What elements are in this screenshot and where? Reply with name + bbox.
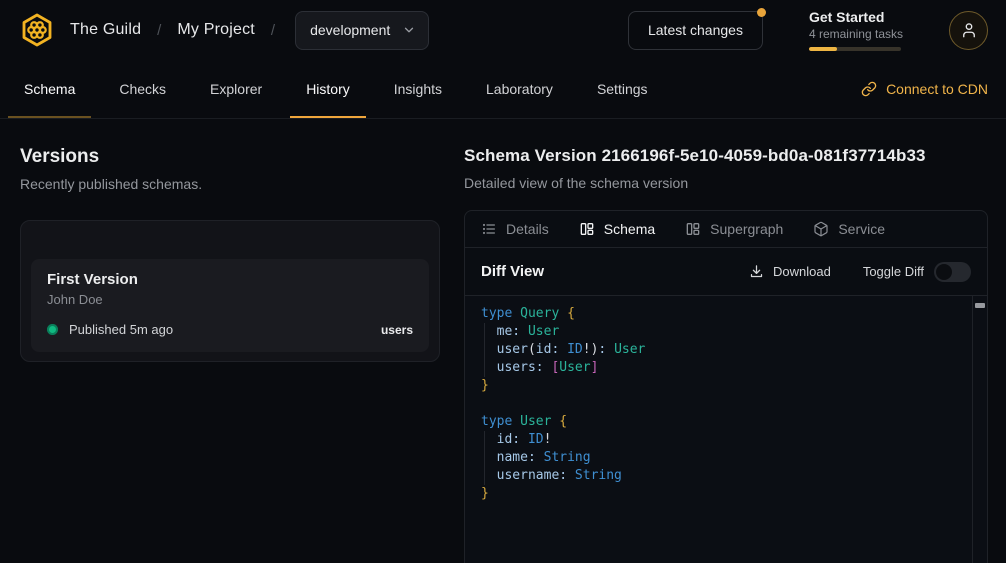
- scrollbar-thumb[interactable]: [975, 303, 985, 308]
- chevron-down-icon: [402, 23, 416, 37]
- content-area: Versions Recently published schemas. Fir…: [0, 119, 1006, 563]
- latest-changes-button[interactable]: Latest changes: [628, 11, 763, 50]
- detail-tab-label: Service: [838, 221, 885, 237]
- switch-knob: [936, 264, 952, 280]
- download-button[interactable]: Download: [749, 264, 831, 279]
- published-dot-icon: [47, 324, 58, 335]
- versions-panel: Versions Recently published schemas. Fir…: [20, 119, 440, 362]
- version-status: Published 5m ago: [69, 322, 173, 337]
- tab-checks[interactable]: Checks: [103, 60, 182, 118]
- tab-underline: [290, 116, 366, 118]
- user-icon: [960, 21, 978, 39]
- detail-tab-label: Details: [506, 221, 549, 237]
- tab-schema[interactable]: Schema: [8, 60, 91, 118]
- download-label: Download: [773, 264, 831, 279]
- version-author: John Doe: [47, 292, 413, 307]
- toggle-diff-control: Toggle Diff: [863, 262, 971, 282]
- detail-tab-label: Supergraph: [710, 221, 783, 237]
- version-status-row: Published 5m ago users: [47, 322, 413, 337]
- code-line: }: [481, 485, 957, 503]
- columns-icon: [579, 221, 595, 237]
- notification-dot: [757, 8, 766, 17]
- detail-tab-schema[interactable]: Schema: [579, 221, 655, 237]
- tab-label: Laboratory: [486, 81, 553, 97]
- code-line: me: User: [481, 323, 957, 341]
- tab-label: Settings: [597, 81, 648, 97]
- breadcrumb-separator: /: [269, 22, 277, 39]
- code-scrollbar[interactable]: [972, 296, 987, 563]
- breadcrumb-project[interactable]: My Project: [177, 21, 255, 39]
- code-line: id: ID!: [481, 431, 957, 449]
- connect-cdn-button[interactable]: Connect to CDN: [861, 60, 988, 118]
- header-right-group: Latest changes Get Started 4 remaining t…: [628, 9, 988, 51]
- get-started-subtitle: 4 remaining tasks: [809, 27, 903, 41]
- connect-cdn-label: Connect to CDN: [886, 81, 988, 97]
- tab-label: History: [306, 81, 350, 97]
- main-nav: Schema Checks Explorer History Insights …: [0, 60, 1006, 119]
- code-line: name: String: [481, 449, 957, 467]
- latest-changes-label: Latest changes: [648, 22, 743, 38]
- get-started-title: Get Started: [809, 9, 903, 25]
- diff-actions: Download Toggle Diff: [749, 262, 971, 282]
- toggle-diff-switch[interactable]: [934, 262, 971, 282]
- service-badge: users: [381, 323, 413, 337]
- schema-code-viewer: type Query { me: User user(id: ID!): Use…: [465, 296, 987, 563]
- get-started-progressbar: [809, 47, 901, 51]
- nav-tabs: Schema Checks Explorer History Insights …: [8, 60, 664, 118]
- code-line: type Query {: [481, 305, 957, 323]
- code-line: user(id: ID!): User: [481, 341, 957, 359]
- detail-tab-label: Schema: [604, 221, 655, 237]
- tab-explorer[interactable]: Explorer: [194, 60, 278, 118]
- breadcrumb-separator: /: [155, 22, 163, 39]
- versions-subtitle: Recently published schemas.: [20, 176, 440, 192]
- tab-insights[interactable]: Insights: [378, 60, 458, 118]
- user-avatar[interactable]: [949, 11, 988, 50]
- tab-settings[interactable]: Settings: [581, 60, 664, 118]
- code-line: users: [User]: [481, 359, 957, 377]
- detail-panel: Details Schema Supergraph: [464, 210, 988, 563]
- columns-icon: [685, 221, 701, 237]
- detail-tab-supergraph[interactable]: Supergraph: [685, 221, 783, 237]
- get-started-widget[interactable]: Get Started 4 remaining tasks: [809, 9, 903, 51]
- download-icon: [749, 264, 764, 279]
- versions-title: Versions: [20, 146, 440, 168]
- top-header: The Guild / My Project / development Lat…: [0, 0, 1006, 60]
- tab-laboratory[interactable]: Laboratory: [470, 60, 569, 118]
- link-icon: [861, 81, 877, 97]
- target-select[interactable]: development: [295, 11, 429, 50]
- versions-list-card: First Version John Doe Published 5m ago …: [20, 220, 440, 362]
- version-detail-panel: Schema Version 2166196f-5e10-4059-bd0a-0…: [464, 119, 988, 563]
- diff-view-toolbar: Diff View Download Toggle Diff: [465, 248, 987, 296]
- breadcrumb-org[interactable]: The Guild: [70, 21, 141, 39]
- tab-label: Schema: [24, 81, 75, 97]
- version-list-item[interactable]: First Version John Doe Published 5m ago …: [31, 259, 429, 352]
- code-line: type User {: [481, 413, 957, 431]
- tab-label: Insights: [394, 81, 442, 97]
- diff-view-title: Diff View: [481, 263, 544, 280]
- progress-fill: [809, 47, 838, 51]
- tab-label: Checks: [119, 81, 166, 97]
- version-detail-title: Schema Version 2166196f-5e10-4059-bd0a-0…: [464, 146, 988, 166]
- target-select-value: development: [310, 22, 390, 38]
- tab-label: Explorer: [210, 81, 262, 97]
- code-line: username: String: [481, 467, 957, 485]
- detail-tab-details[interactable]: Details: [481, 221, 549, 237]
- code-block: type Query { me: User user(id: ID!): Use…: [465, 296, 987, 512]
- box-icon: [813, 221, 829, 237]
- code-line: }: [481, 377, 957, 395]
- version-detail-subtitle: Detailed view of the schema version: [464, 175, 988, 191]
- tab-history[interactable]: History: [290, 60, 366, 118]
- version-name: First Version: [47, 271, 413, 288]
- list-icon: [481, 221, 497, 237]
- code-line: [481, 395, 957, 413]
- tab-underline: [8, 116, 91, 118]
- hive-logo-icon[interactable]: [18, 11, 56, 49]
- detail-tabs: Details Schema Supergraph: [465, 211, 987, 248]
- toggle-diff-label: Toggle Diff: [863, 264, 924, 279]
- detail-tab-service[interactable]: Service: [813, 221, 885, 237]
